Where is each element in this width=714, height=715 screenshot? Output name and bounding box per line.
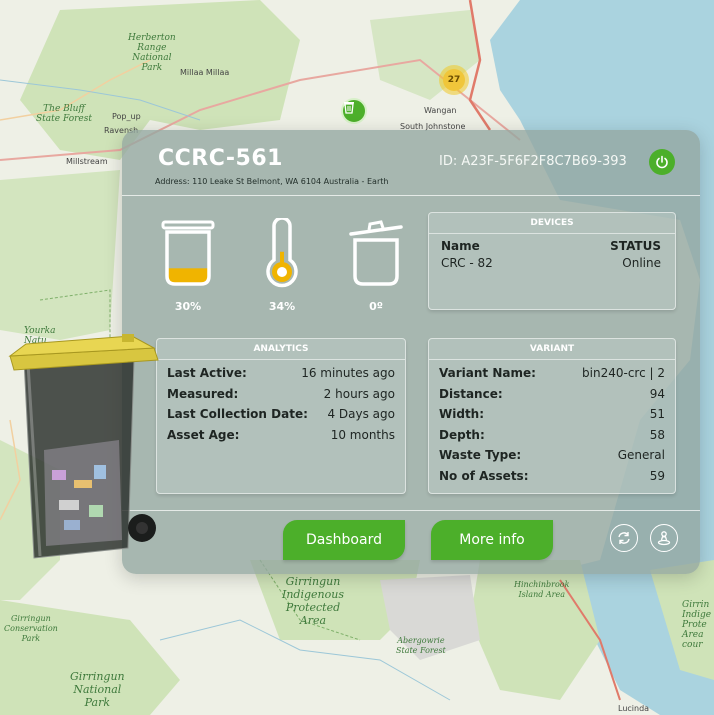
analytics-row: Asset Age: 10 months bbox=[167, 427, 395, 442]
analytics-card: ANALYTICS Last Active: 16 minutes ago Mea… bbox=[156, 338, 406, 494]
bin-map-marker[interactable] bbox=[341, 98, 367, 124]
power-icon bbox=[656, 155, 668, 169]
refresh-icon bbox=[618, 532, 630, 544]
variant-row: Waste Type: General bbox=[439, 448, 665, 462]
devices-col-name: Name bbox=[441, 239, 480, 253]
variant-row: Depth: 58 bbox=[439, 427, 665, 442]
variant-row: Variant Name: bin240-crc | 2 bbox=[439, 366, 665, 380]
map-label-herberton: Herberton Range National Park bbox=[128, 33, 176, 73]
variant-card: VARIANT Variant Name: bin240-crc | 2 Dist… bbox=[428, 338, 676, 494]
tilt-gauge: 0º bbox=[340, 218, 412, 313]
devices-col-status: STATUS bbox=[610, 239, 661, 253]
device-name: CRC - 82 bbox=[441, 256, 493, 270]
variant-row: Distance: 94 bbox=[439, 386, 665, 401]
analytics-header: ANALYTICS bbox=[157, 339, 405, 360]
variant-row: No of Assets: 59 bbox=[439, 468, 665, 483]
map-label-bluff: The Bluff State Forest bbox=[36, 104, 92, 124]
map-label-wangan: Wangan bbox=[424, 106, 457, 115]
bin-icon bbox=[344, 102, 354, 114]
variant-header: VARIANT bbox=[429, 339, 675, 360]
device-row[interactable]: CRC - 82 Online bbox=[429, 256, 675, 270]
analytics-row: Last Collection Date: 4 Days ago bbox=[167, 407, 395, 421]
fill-level-gauge: 30% bbox=[152, 218, 224, 313]
device-id: ID: A23F-5F6F2F8C7B69-393 bbox=[439, 154, 627, 169]
locate-button[interactable] bbox=[650, 524, 678, 552]
map-cluster-marker[interactable]: 27 bbox=[439, 65, 469, 95]
more-info-button[interactable]: More info bbox=[431, 520, 553, 560]
devices-card: DEVICES Name STATUS CRC - 82 Online bbox=[428, 212, 676, 310]
dashboard-button[interactable]: Dashboard bbox=[283, 520, 405, 560]
map-label-abergowrie: Abergowrie State Forest bbox=[396, 636, 446, 655]
device-status: Online bbox=[622, 256, 661, 270]
power-button[interactable] bbox=[649, 149, 675, 175]
bin-fill-icon bbox=[161, 220, 215, 286]
map-label-millstream: Millstream bbox=[66, 157, 108, 166]
header-divider bbox=[122, 195, 700, 196]
map-label-girringun-cons: Girringun Conservation Park bbox=[4, 614, 58, 643]
thermometer-icon bbox=[266, 216, 298, 288]
asset-title: CCRC-561 bbox=[158, 146, 283, 171]
temperature-label: 34% bbox=[268, 300, 296, 313]
asset-address: Address: 110 Leake St Belmont, WA 6104 A… bbox=[155, 177, 389, 186]
temperature-gauge: 34% bbox=[246, 216, 318, 313]
asset-info-panel: CCRC-561 Address: 110 Leake St Belmont, … bbox=[122, 130, 700, 574]
map-label-hinchinbrook: Hinchinbrook Island Area bbox=[514, 580, 570, 599]
refresh-button[interactable] bbox=[610, 524, 638, 552]
map-label-popup: Pop_up bbox=[112, 112, 141, 121]
map-label-girringun-right: Girrin Indige Prote Area cour bbox=[682, 600, 712, 650]
analytics-row: Measured: 2 hours ago bbox=[167, 386, 395, 401]
analytics-row: Last Active: 16 minutes ago bbox=[167, 366, 395, 380]
fill-level-label: 30% bbox=[174, 300, 202, 313]
wheelie-bin-image bbox=[8, 334, 159, 559]
footer-divider bbox=[122, 510, 700, 511]
variant-row: Width: 51 bbox=[439, 407, 665, 421]
bin-tilt-icon bbox=[349, 220, 403, 286]
tilt-label: 0º bbox=[369, 300, 383, 313]
map-label-millaa: Millaa Millaa bbox=[180, 68, 230, 77]
devices-header: DEVICES bbox=[429, 213, 675, 234]
person-pin-icon bbox=[657, 531, 671, 546]
map-label-lucinda: Lucinda bbox=[618, 704, 650, 713]
devices-column-headers: Name STATUS bbox=[429, 239, 675, 253]
map-label-girringun-ipa: Girringun Indigenous Protected Area bbox=[282, 575, 344, 627]
map-label-girringun-np: Girringun National Park bbox=[70, 670, 125, 709]
